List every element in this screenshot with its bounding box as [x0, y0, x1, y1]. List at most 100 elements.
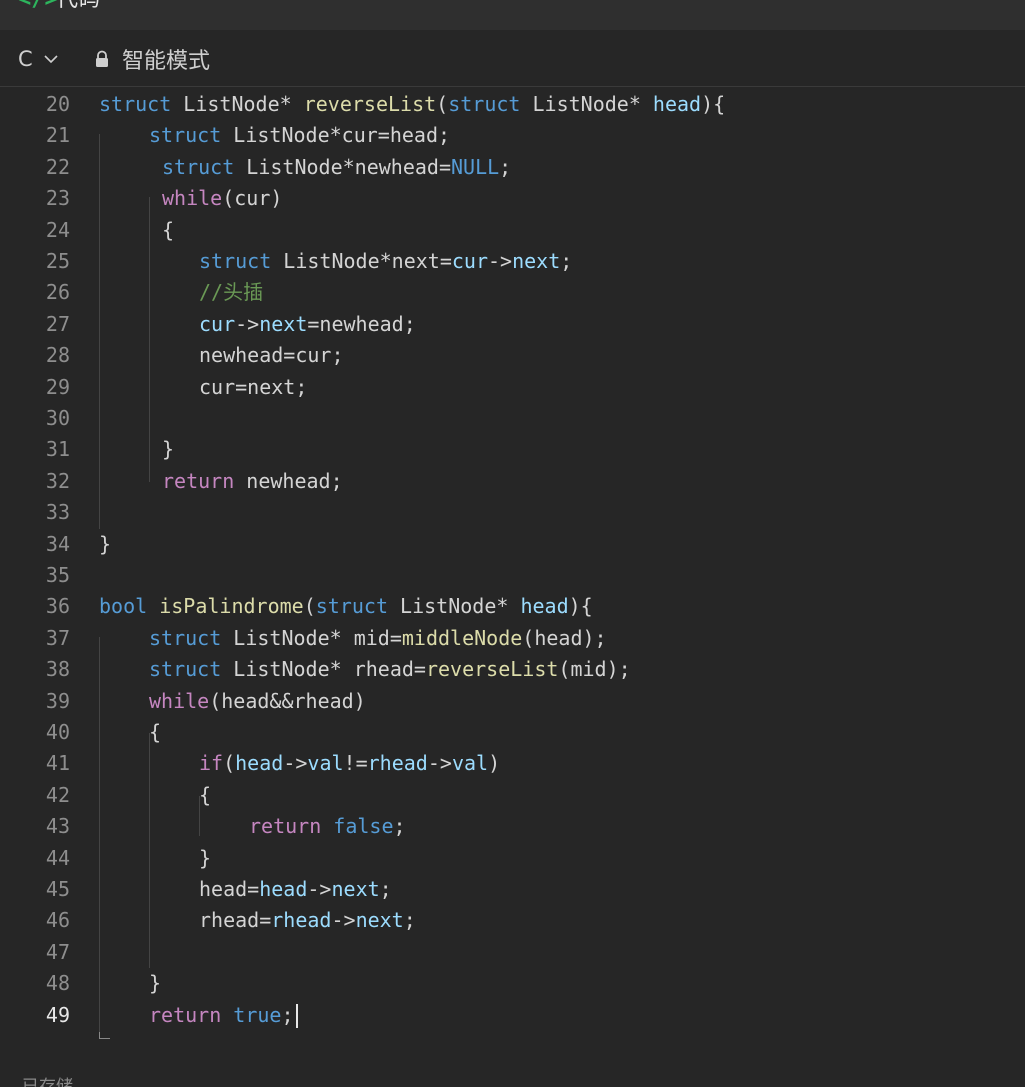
code-token: head=	[199, 877, 260, 901]
line-number: 47	[45, 939, 70, 964]
code-editor-window: </> 代码 C 智能模式 20 struct ListNode* reverse…	[0, 0, 1025, 1087]
code-line[interactable]: 20 struct ListNode* reverseList(struct Li…	[0, 89, 1025, 120]
line-number: 37	[45, 625, 70, 650]
code-line[interactable]: 49 return true;	[0, 1000, 1025, 1031]
line-number: 24	[45, 217, 70, 242]
code-line[interactable]: 27 cur->next=newhead;	[0, 309, 1025, 340]
code-text: struct ListNode*cur=head;	[149, 120, 450, 151]
code-line[interactable]: 22 struct ListNode*newhead=NULL;	[0, 152, 1025, 183]
code-line[interactable]: 32 return newhead;	[0, 466, 1025, 497]
code-line[interactable]: 26 //头插	[0, 277, 1025, 308]
code-token: struct	[99, 92, 172, 116]
code-token: rhead	[271, 908, 332, 933]
code-token: false	[333, 814, 394, 839]
code-token: true	[233, 1002, 282, 1027]
code-line[interactable]: 47	[0, 937, 1025, 968]
code-token: ListNode*newhead=	[234, 154, 451, 179]
code-line[interactable]: 24 {	[0, 215, 1025, 246]
code-token: }	[162, 437, 175, 462]
code-line[interactable]: 23 while(cur)	[0, 183, 1025, 214]
code-text: }	[162, 434, 174, 465]
code-line[interactable]: 42 {	[0, 780, 1025, 811]
code-token: rhead	[367, 751, 428, 776]
line-number: 31	[45, 437, 70, 462]
code-token: next	[259, 311, 308, 336]
mode-indicator: 智能模式	[94, 44, 210, 74]
line-number: 27	[45, 311, 70, 336]
line-number: 48	[45, 971, 70, 996]
code-area[interactable]: 20 struct ListNode* reverseList(struct Li…	[0, 87, 1025, 1047]
code-text: rhead=rhead->next;	[199, 905, 416, 936]
code-line[interactable]: 30	[0, 403, 1025, 434]
line-number: 42	[45, 782, 70, 807]
code-line[interactable]: 36 bool isPalindrome(struct ListNode* hea…	[0, 591, 1025, 622]
code-token: ListNode* rhead=	[221, 657, 426, 682]
code-line[interactable]: 44}	[0, 843, 1025, 874]
code-token: ->	[283, 751, 308, 776]
code-token: reverseList	[425, 657, 559, 682]
code-token: {	[149, 720, 162, 744]
code-token: //头插	[199, 280, 264, 305]
code-text: struct ListNode*newhead=NULL;	[162, 152, 511, 183]
code-token: ->	[488, 249, 513, 273]
code-token: val	[307, 751, 344, 776]
language-select[interactable]: C	[18, 44, 59, 74]
code-token: ->	[427, 751, 452, 776]
code-line[interactable]: 34}	[0, 529, 1025, 560]
code-line[interactable]: 25 struct ListNode*next=cur->next;	[0, 246, 1025, 277]
code-text: cur->next=newhead;	[199, 309, 416, 340]
code-line[interactable]: 29 cur=next;	[0, 372, 1025, 403]
panel-title: 代码	[56, 0, 100, 14]
code-line[interactable]: 35	[0, 560, 1025, 591]
code-line[interactable]: 48}	[0, 968, 1025, 999]
code-token: return	[249, 814, 322, 839]
code-token: )	[488, 751, 501, 776]
code-token: while	[149, 688, 210, 713]
code-text: struct ListNode* mid=middleNode(head);	[149, 623, 607, 654]
code-text: {	[162, 215, 174, 246]
code-token: ;	[393, 814, 406, 839]
code-line[interactable]: 45 head=head->next;	[0, 874, 1025, 905]
code-line[interactable]: 28 newhead=cur;	[0, 340, 1025, 371]
line-number: 49	[45, 1002, 70, 1027]
code-line[interactable]: 33	[0, 497, 1025, 528]
line-number: 43	[45, 814, 70, 839]
code-text: {	[199, 780, 211, 811]
code-token: ){	[701, 92, 726, 116]
code-line[interactable]: 38 struct ListNode* rhead=reverseList(mid…	[0, 654, 1025, 685]
code-line[interactable]: 39 while(head&&rhead)	[0, 686, 1025, 717]
status-bar: 已存储	[0, 1062, 1025, 1087]
code-text: }	[99, 529, 111, 560]
code-line[interactable]: 43 return false;	[0, 811, 1025, 842]
line-number: 44	[45, 845, 70, 870]
code-text: }	[149, 968, 161, 999]
code-token: }	[149, 971, 162, 996]
code-text: while(cur)	[162, 183, 282, 214]
fold-marker[interactable]	[99, 1032, 110, 1039]
code-token: }	[99, 531, 112, 556]
code-line[interactable]: 41 if(head->val!=rhead->val)	[0, 748, 1025, 779]
code-token: struct	[162, 154, 235, 179]
code-line[interactable]: 31}	[0, 434, 1025, 465]
code-token: !=	[343, 751, 368, 776]
code-token: head	[235, 751, 284, 776]
code-token: (	[303, 594, 316, 619]
code-line[interactable]: 37 struct ListNode* mid=middleNode(head);	[0, 623, 1025, 654]
code-line[interactable]: 40 {	[0, 717, 1025, 748]
code-token: (	[436, 92, 449, 116]
code-token: ;	[403, 908, 416, 933]
code-token: ListNode*cur=head;	[221, 123, 451, 148]
code-text: struct ListNode*next=cur->next;	[199, 246, 572, 277]
code-token: (cur)	[222, 186, 283, 211]
code-line[interactable]: 46 rhead=rhead->next;	[0, 905, 1025, 936]
code-token: ){	[568, 594, 593, 619]
line-number: 36	[45, 594, 70, 619]
code-token: (	[223, 751, 236, 776]
code-token: return	[149, 1002, 222, 1027]
code-token: struct	[199, 249, 272, 273]
code-token: struct	[149, 657, 222, 682]
code-token: ->	[331, 908, 356, 933]
code-line[interactable]: 21 struct ListNode*cur=head;	[0, 120, 1025, 151]
line-number: 25	[45, 249, 70, 273]
code-token: next	[512, 249, 561, 273]
